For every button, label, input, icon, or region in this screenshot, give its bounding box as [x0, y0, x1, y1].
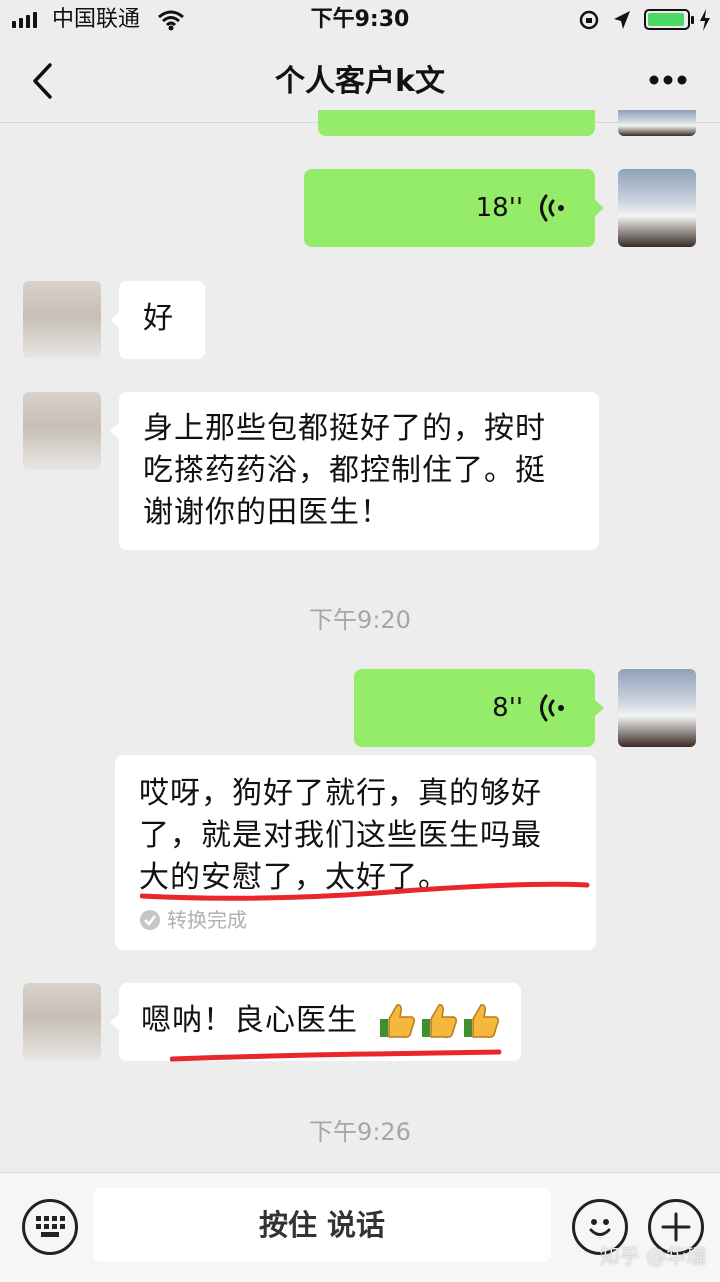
voice-wave-icon — [540, 194, 564, 222]
avatar[interactable] — [23, 983, 101, 1061]
thumbs-up-emojis — [377, 1001, 501, 1041]
partial-voice-bubble[interactable] — [318, 110, 595, 136]
avatar[interactable] — [23, 281, 101, 359]
check-circle-icon — [140, 910, 160, 930]
avatar[interactable] — [618, 110, 696, 136]
voice-message-bubble[interactable]: 18'' — [304, 169, 595, 247]
rotation-lock-icon — [579, 10, 599, 30]
text-message-bubble[interactable]: 好 — [119, 281, 205, 359]
conversion-status-label: 转换完成 — [167, 908, 247, 932]
thumbs-up-icon — [380, 1004, 416, 1038]
keyboard-icon[interactable] — [22, 1199, 78, 1255]
voice-to-text-bubble[interactable]: 哎呀，狗好了就行，真的够好 了，就是对我们这些医生吗最 大的安慰了，太好了。 转… — [115, 755, 596, 950]
timestamp: 下午9:26 — [309, 1118, 411, 1146]
voice-duration: 8'' — [492, 693, 523, 723]
timestamp: 下午9:20 — [309, 606, 411, 634]
chat-title: 个人客户k文 — [275, 64, 445, 99]
more-dots-icon[interactable] — [648, 74, 688, 86]
thumbs-up-icon — [422, 1004, 458, 1038]
voice-wave-icon — [540, 694, 564, 722]
hold-to-talk-label: 按住 说话 — [258, 1208, 386, 1242]
message-text: 嗯呐！良心医生 — [141, 1003, 358, 1038]
voice-duration: 18'' — [475, 193, 523, 223]
avatar[interactable] — [618, 169, 696, 247]
watermark: 知乎 @华瑞 — [599, 1244, 706, 1268]
red-underline-mark — [140, 881, 590, 901]
avatar[interactable] — [23, 392, 101, 470]
red-underline-mark — [170, 1049, 502, 1062]
avatar[interactable] — [618, 669, 696, 747]
status-bar: 中国联通 下午9:30 — [0, 0, 720, 40]
text-message-bubble[interactable]: 身上那些包都挺好了的，按时 吃搽药药浴，都控制住了。挺 谢谢你的田医生！ — [119, 392, 599, 550]
charging-icon — [700, 9, 710, 31]
thumbs-up-icon — [464, 1004, 500, 1038]
message-text: 身上那些包都挺好了的，按时 吃搽药药浴，都控制住了。挺 谢谢你的田医生！ — [143, 411, 546, 530]
message-text: 好 — [143, 301, 174, 336]
bubble-tail — [594, 199, 604, 217]
hold-to-talk-button[interactable]: 按住 说话 — [93, 1188, 551, 1262]
voice-message-bubble[interactable]: 8'' — [354, 669, 595, 747]
battery-icon — [644, 9, 694, 30]
bubble-tail — [594, 699, 604, 717]
location-icon — [614, 11, 630, 29]
